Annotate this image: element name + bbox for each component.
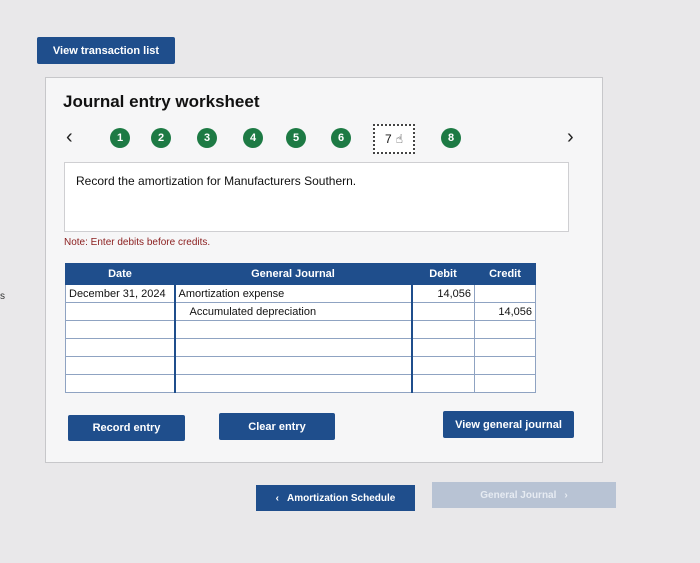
debit-cell[interactable] — [411, 320, 475, 339]
table-row — [65, 374, 536, 393]
table-header-row: Date General Journal Debit Credit — [65, 263, 536, 285]
debit-cell[interactable] — [411, 356, 475, 375]
view-general-journal-button[interactable]: View general journal — [443, 411, 574, 438]
chevron-left-icon: ‹ — [275, 492, 279, 504]
step-5[interactable]: 5 — [286, 128, 306, 148]
credit-cell[interactable] — [474, 284, 536, 303]
table-row: Accumulated depreciation 14,056 — [65, 302, 536, 321]
instruction-box: Record the amortization for Manufacturer… — [64, 162, 569, 232]
view-transaction-list-button[interactable]: View transaction list — [37, 37, 175, 64]
account-cell[interactable] — [173, 374, 413, 393]
prev-step-arrow-icon[interactable]: ‹ — [66, 126, 73, 149]
account-cell[interactable] — [173, 320, 413, 339]
next-step-arrow-icon[interactable]: › — [567, 126, 574, 149]
date-cell[interactable] — [65, 374, 175, 393]
record-entry-button[interactable]: Record entry — [68, 415, 185, 441]
date-cell[interactable] — [65, 320, 175, 339]
prev-amortization-schedule-button[interactable]: ‹ Amortization Schedule — [256, 485, 415, 511]
step-6[interactable]: 6 — [331, 128, 351, 148]
credit-cell[interactable] — [474, 356, 536, 375]
instruction-text: Record the amortization for Manufacturer… — [76, 174, 357, 188]
account-cell[interactable]: Accumulated depreciation — [173, 302, 413, 321]
credit-cell[interactable] — [474, 374, 536, 393]
edge-text: s — [0, 291, 5, 302]
account-cell[interactable] — [173, 356, 413, 375]
clear-entry-button[interactable]: Clear entry — [219, 413, 335, 440]
step-2[interactable]: 2 — [151, 128, 171, 148]
debit-cell[interactable]: 14,056 — [411, 284, 475, 303]
account-cell[interactable] — [173, 338, 413, 357]
step-3[interactable]: 3 — [197, 128, 217, 148]
table-row — [65, 356, 536, 375]
step-7-current[interactable]: 7 ☝ — [373, 124, 415, 154]
table-row — [65, 320, 536, 339]
credit-header: Credit — [474, 263, 536, 285]
general-journal-header: General Journal — [174, 263, 412, 285]
date-header: Date — [65, 263, 175, 285]
credit-cell[interactable] — [474, 338, 536, 357]
account-cell[interactable]: Amortization expense — [173, 284, 413, 303]
journal-table: Date General Journal Debit Credit Decemb… — [65, 263, 536, 393]
step-1[interactable]: 1 — [110, 128, 130, 148]
date-cell[interactable] — [65, 338, 175, 357]
step-7-label: 7 — [385, 132, 392, 146]
next-label: General Journal — [480, 489, 557, 501]
debit-cell[interactable] — [411, 374, 475, 393]
date-cell[interactable] — [65, 302, 175, 321]
next-general-journal-button[interactable]: General Journal › — [432, 482, 616, 508]
date-cell[interactable] — [65, 356, 175, 375]
step-4[interactable]: 4 — [243, 128, 263, 148]
debit-cell[interactable] — [411, 302, 475, 321]
step-8[interactable]: 8 — [441, 128, 461, 148]
table-row — [65, 338, 536, 357]
hand-cursor-icon: ☝ — [395, 132, 403, 146]
prev-label: Amortization Schedule — [286, 492, 396, 504]
chevron-right-icon: › — [564, 489, 568, 501]
credit-cell[interactable]: 14,056 — [474, 302, 536, 321]
note-text: Note: Enter debits before credits. — [64, 237, 211, 248]
credit-cell[interactable] — [474, 320, 536, 339]
date-cell[interactable]: December 31, 2024 — [65, 284, 175, 303]
debit-header: Debit — [411, 263, 475, 285]
debit-cell[interactable] — [411, 338, 475, 357]
table-row: December 31, 2024 Amortization expense 1… — [65, 284, 536, 303]
page-title: Journal entry worksheet — [63, 92, 260, 111]
